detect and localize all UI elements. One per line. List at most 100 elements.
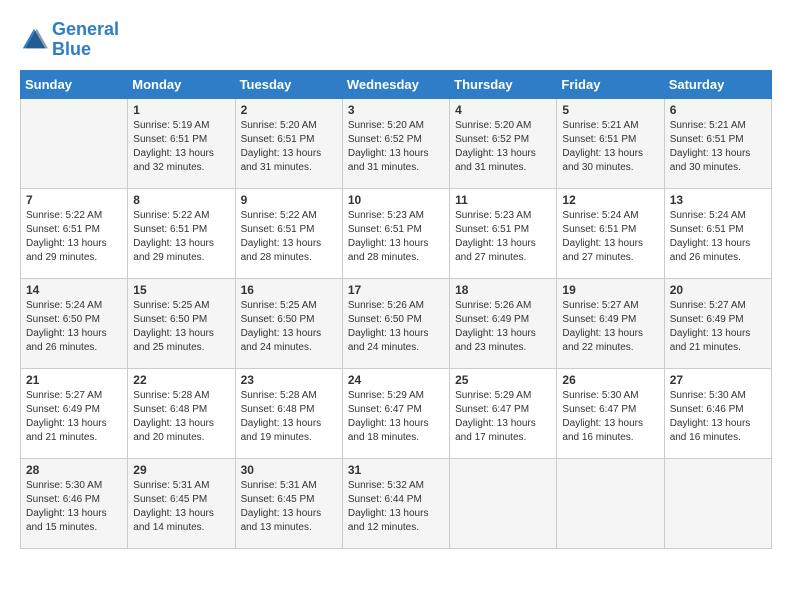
calendar-cell: 14Sunrise: 5:24 AM Sunset: 6:50 PM Dayli… [21,278,128,368]
day-number: 1 [133,103,229,117]
cell-info: Sunrise: 5:30 AM Sunset: 6:46 PM Dayligh… [26,479,122,535]
day-header-saturday: Saturday [664,70,771,98]
calendar-cell: 17 Sunrise: 5:26 AM Sunset: 6:50 PM Dayli… [342,278,449,368]
cell-info: Sunrise: 5:22 AM Sunset: 6:51 PM Dayligh… [133,209,229,265]
cell-info: Sunrise: 5:30 AM Sunset: 6:47 PM Dayligh… [562,389,658,445]
cell-info: Sunrise: 5:29 AM Sunset: 6:47 PM Dayligh… [348,389,444,445]
calendar-cell: 10 Sunrise: 5:23 AM Sunset: 6:51 PM Dayli… [342,188,449,278]
day-number: 18 [455,283,551,297]
logo-icon [20,26,48,54]
calendar-cell: 26 Sunrise: 5:30 AM Sunset: 6:47 PM Dayli… [557,368,664,458]
day-number: 4 [455,103,551,117]
day-number: 16 [241,283,337,297]
calendar-cell: 15 Sunrise: 5:25 AM Sunset: 6:50 PM Dayli… [128,278,235,368]
calendar-cell: 28 Sunrise: 5:30 AM Sunset: 6:46 PM Dayli… [21,458,128,548]
day-number: 24 [348,373,444,387]
logo-text: General Blue [52,20,119,60]
cell-info: Sunrise: 5:20 AM Sunset: 6:51 PM Dayligh… [241,119,337,175]
calendar-cell: 16Sunrise: 5:25 AM Sunset: 6:50 PM Dayli… [235,278,342,368]
calendar-cell: 8 Sunrise: 5:22 AM Sunset: 6:51 PM Daylig… [128,188,235,278]
calendar-cell: 31Sunrise: 5:32 AM Sunset: 6:44 PM Dayli… [342,458,449,548]
calendar-cell: 27Sunrise: 5:30 AM Sunset: 6:46 PM Dayli… [664,368,771,458]
calendar-cell: 22Sunrise: 5:28 AM Sunset: 6:48 PM Dayli… [128,368,235,458]
calendar-week-row: 14Sunrise: 5:24 AM Sunset: 6:50 PM Dayli… [21,278,772,368]
calendar-cell: 11 Sunrise: 5:23 AM Sunset: 6:51 PM Dayli… [450,188,557,278]
calendar-cell: 12 Sunrise: 5:24 AM Sunset: 6:51 PM Dayli… [557,188,664,278]
cell-info: Sunrise: 5:24 AM Sunset: 6:51 PM Dayligh… [670,209,766,265]
cell-info: Sunrise: 5:27 AM Sunset: 6:49 PM Dayligh… [562,299,658,355]
calendar-cell: 1 Sunrise: 5:19 AM Sunset: 6:51 PM Daylig… [128,98,235,188]
day-header-tuesday: Tuesday [235,70,342,98]
day-number: 13 [670,193,766,207]
day-number: 8 [133,193,229,207]
calendar-cell: 30 Sunrise: 5:31 AM Sunset: 6:45 PM Dayli… [235,458,342,548]
cell-info: Sunrise: 5:32 AM Sunset: 6:44 PM Dayligh… [348,479,444,535]
day-number: 5 [562,103,658,117]
cell-info: Sunrise: 5:20 AM Sunset: 6:52 PM Dayligh… [348,119,444,175]
cell-info: Sunrise: 5:28 AM Sunset: 6:48 PM Dayligh… [241,389,337,445]
calendar-cell: 13 Sunrise: 5:24 AM Sunset: 6:51 PM Dayli… [664,188,771,278]
day-number: 6 [670,103,766,117]
cell-info: Sunrise: 5:23 AM Sunset: 6:51 PM Dayligh… [348,209,444,265]
day-header-thursday: Thursday [450,70,557,98]
calendar-cell: 19Sunrise: 5:27 AM Sunset: 6:49 PM Dayli… [557,278,664,368]
day-number: 12 [562,193,658,207]
calendar-cell [21,98,128,188]
day-number: 29 [133,463,229,477]
day-number: 22 [133,373,229,387]
cell-info: Sunrise: 5:22 AM Sunset: 6:51 PM Dayligh… [26,209,122,265]
calendar-cell: 24 Sunrise: 5:29 AM Sunset: 6:47 PM Dayli… [342,368,449,458]
day-number: 9 [241,193,337,207]
day-number: 14 [26,283,122,297]
day-number: 17 [348,283,444,297]
calendar-week-row: 1 Sunrise: 5:19 AM Sunset: 6:51 PM Daylig… [21,98,772,188]
day-number: 10 [348,193,444,207]
day-number: 11 [455,193,551,207]
day-number: 15 [133,283,229,297]
calendar-table: SundayMondayTuesdayWednesdayThursdayFrid… [20,70,772,549]
cell-info: Sunrise: 5:21 AM Sunset: 6:51 PM Dayligh… [562,119,658,175]
day-number: 21 [26,373,122,387]
cell-info: Sunrise: 5:31 AM Sunset: 6:45 PM Dayligh… [241,479,337,535]
calendar-cell: 4 Sunrise: 5:20 AM Sunset: 6:52 PM Daylig… [450,98,557,188]
day-header-friday: Friday [557,70,664,98]
calendar-cell: 18Sunrise: 5:26 AM Sunset: 6:49 PM Dayli… [450,278,557,368]
calendar-cell: 29Sunrise: 5:31 AM Sunset: 6:45 PM Dayli… [128,458,235,548]
calendar-cell [450,458,557,548]
calendar-cell: 21Sunrise: 5:27 AM Sunset: 6:49 PM Dayli… [21,368,128,458]
day-header-monday: Monday [128,70,235,98]
calendar-week-row: 21Sunrise: 5:27 AM Sunset: 6:49 PM Dayli… [21,368,772,458]
calendar-cell: 23 Sunrise: 5:28 AM Sunset: 6:48 PM Dayli… [235,368,342,458]
day-number: 7 [26,193,122,207]
cell-info: Sunrise: 5:27 AM Sunset: 6:49 PM Dayligh… [670,299,766,355]
cell-info: Sunrise: 5:29 AM Sunset: 6:47 PM Dayligh… [455,389,551,445]
cell-info: Sunrise: 5:23 AM Sunset: 6:51 PM Dayligh… [455,209,551,265]
calendar-cell: 9 Sunrise: 5:22 AM Sunset: 6:51 PM Daylig… [235,188,342,278]
cell-info: Sunrise: 5:26 AM Sunset: 6:50 PM Dayligh… [348,299,444,355]
day-number: 3 [348,103,444,117]
page-header: General Blue [20,20,772,60]
day-number: 26 [562,373,658,387]
cell-info: Sunrise: 5:24 AM Sunset: 6:51 PM Dayligh… [562,209,658,265]
calendar-body: 1 Sunrise: 5:19 AM Sunset: 6:51 PM Daylig… [21,98,772,548]
calendar-cell [664,458,771,548]
day-number: 25 [455,373,551,387]
cell-info: Sunrise: 5:19 AM Sunset: 6:51 PM Dayligh… [133,119,229,175]
cell-info: Sunrise: 5:30 AM Sunset: 6:46 PM Dayligh… [670,389,766,445]
calendar-cell [557,458,664,548]
calendar-cell: 6Sunrise: 5:21 AM Sunset: 6:51 PM Daylig… [664,98,771,188]
calendar-header-row: SundayMondayTuesdayWednesdayThursdayFrid… [21,70,772,98]
calendar-cell: 20 Sunrise: 5:27 AM Sunset: 6:49 PM Dayli… [664,278,771,368]
calendar-cell: 2 Sunrise: 5:20 AM Sunset: 6:51 PM Daylig… [235,98,342,188]
day-number: 2 [241,103,337,117]
day-number: 28 [26,463,122,477]
day-number: 20 [670,283,766,297]
cell-info: Sunrise: 5:22 AM Sunset: 6:51 PM Dayligh… [241,209,337,265]
cell-info: Sunrise: 5:20 AM Sunset: 6:52 PM Dayligh… [455,119,551,175]
cell-info: Sunrise: 5:25 AM Sunset: 6:50 PM Dayligh… [133,299,229,355]
calendar-cell: 3 Sunrise: 5:20 AM Sunset: 6:52 PM Daylig… [342,98,449,188]
day-number: 23 [241,373,337,387]
day-header-sunday: Sunday [21,70,128,98]
day-number: 30 [241,463,337,477]
calendar-week-row: 7 Sunrise: 5:22 AM Sunset: 6:51 PM Daylig… [21,188,772,278]
